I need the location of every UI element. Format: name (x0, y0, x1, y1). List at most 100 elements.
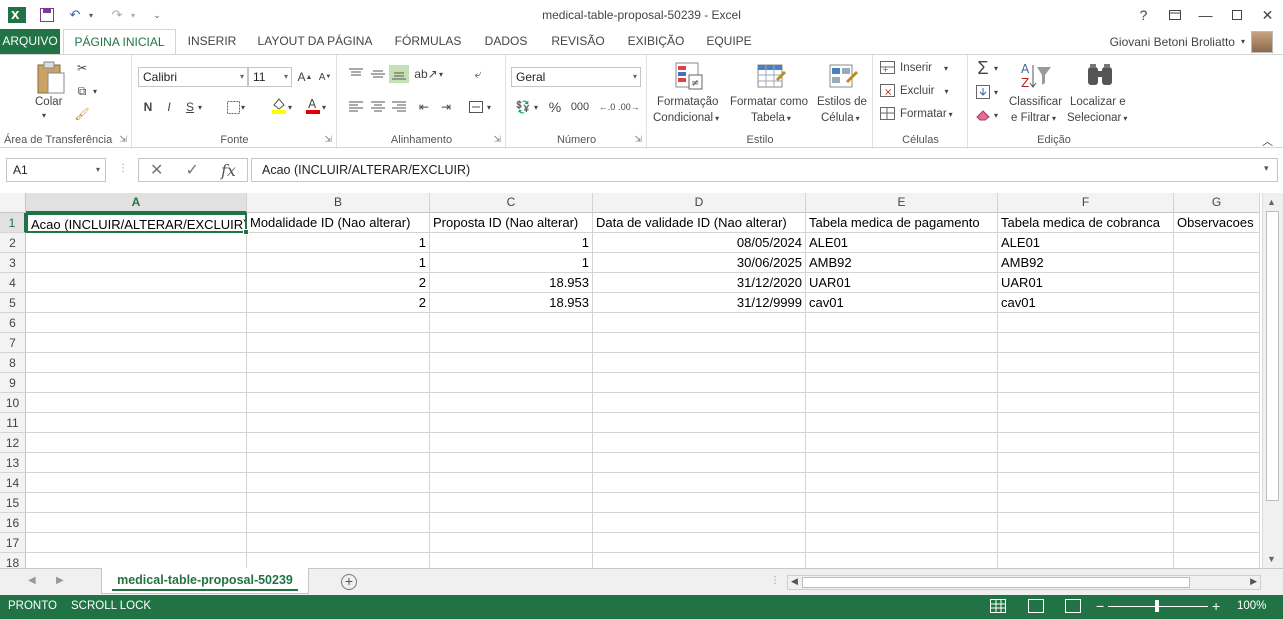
sort-filter-label-1[interactable]: Classificar (1009, 96, 1062, 108)
format-painter-icon[interactable]: 🖌 (72, 105, 92, 123)
column-header-c[interactable]: C (430, 193, 593, 213)
clear-icon[interactable] (973, 106, 993, 124)
table-cell[interactable] (998, 333, 1174, 353)
table-cell[interactable] (247, 433, 430, 453)
format-as-table-icon[interactable] (756, 61, 788, 93)
cell-styles-label-1[interactable]: Estilos de (817, 96, 867, 108)
zoom-in-button[interactable]: + (1212, 598, 1220, 614)
underline-dropdown-icon[interactable]: ▾ (195, 98, 205, 116)
wrap-text-icon[interactable]: ⤶ (468, 65, 488, 83)
table-cell[interactable] (1174, 513, 1260, 533)
table-cell[interactable] (593, 533, 806, 553)
table-cell[interactable] (593, 353, 806, 373)
tab-pagina-inicial[interactable]: PÁGINA INICIAL (63, 29, 176, 55)
table-cell[interactable] (247, 513, 430, 533)
find-select-label-1[interactable]: Localizar e (1070, 96, 1126, 108)
header-cell[interactable]: Observacoes (1174, 213, 1260, 233)
table-cell[interactable] (430, 433, 593, 453)
autosum-icon[interactable]: Σ (973, 58, 993, 78)
table-cell[interactable] (26, 373, 247, 393)
table-cell[interactable] (247, 553, 430, 568)
table-cell[interactable] (1174, 273, 1260, 293)
sort-filter-button[interactable]: e Filtrar ▾ (1011, 112, 1056, 124)
tab-equipe[interactable]: EQUIPE (701, 29, 757, 54)
minimize-icon[interactable]: — (1190, 0, 1221, 30)
column-header-g[interactable]: G (1174, 193, 1260, 213)
table-cell[interactable] (593, 433, 806, 453)
table-cell[interactable] (26, 413, 247, 433)
copy-icon[interactable]: ⧉ (72, 82, 92, 100)
table-cell[interactable] (806, 373, 998, 393)
table-cell[interactable] (998, 513, 1174, 533)
table-cell[interactable] (26, 553, 247, 568)
table-cell[interactable]: cav01 (806, 293, 998, 313)
table-cell[interactable] (806, 413, 998, 433)
vertical-scrollbar[interactable]: ▲ ▼ (1262, 193, 1283, 568)
table-cell[interactable]: 2 (247, 293, 430, 313)
table-cell[interactable] (998, 533, 1174, 553)
row-header-7[interactable]: 7 (0, 333, 26, 353)
table-cell[interactable]: 1 (430, 233, 593, 253)
table-cell[interactable] (1174, 233, 1260, 253)
table-cell[interactable] (593, 453, 806, 473)
maximize-icon[interactable] (1221, 0, 1252, 30)
table-cell[interactable] (26, 433, 247, 453)
zoom-level[interactable]: 100% (1237, 600, 1266, 612)
table-cell[interactable] (806, 493, 998, 513)
cancel-entry-icon[interactable]: ✕ (150, 160, 163, 180)
row-header-18[interactable]: 18 (0, 553, 26, 568)
table-cell[interactable] (430, 393, 593, 413)
increase-indent-icon[interactable]: ⇥ (436, 98, 456, 116)
table-cell[interactable] (593, 393, 806, 413)
zoom-out-button[interactable]: − (1096, 598, 1104, 614)
table-cell[interactable] (26, 393, 247, 413)
tab-dados[interactable]: DADOS (478, 29, 534, 54)
table-cell[interactable] (806, 473, 998, 493)
find-select-icon[interactable] (1085, 61, 1117, 93)
table-cell[interactable]: 1 (247, 253, 430, 273)
paste-dropdown-icon[interactable]: ▾ (42, 111, 46, 120)
paste-icon[interactable] (34, 61, 66, 94)
zoom-slider-knob[interactable] (1155, 600, 1159, 612)
table-cell[interactable] (430, 413, 593, 433)
table-cell[interactable] (998, 373, 1174, 393)
currency-icon[interactable]: 💱 (513, 98, 533, 116)
orientation-dropdown-icon[interactable]: ▾ (436, 65, 446, 83)
font-color-dropdown-icon[interactable]: ▾ (319, 98, 329, 116)
table-cell[interactable] (26, 353, 247, 373)
table-cell[interactable] (430, 313, 593, 333)
align-bottom-icon[interactable] (389, 65, 409, 83)
merge-center-icon[interactable] (466, 98, 486, 116)
number-launcher-icon[interactable]: ⇲ (634, 134, 642, 145)
table-cell[interactable] (430, 473, 593, 493)
paste-button[interactable]: Colar (35, 96, 62, 108)
format-cells-button[interactable]: Formatar ▾ (880, 107, 953, 121)
page-layout-view-icon[interactable] (1028, 599, 1044, 613)
table-cell[interactable] (806, 533, 998, 553)
table-cell[interactable] (247, 393, 430, 413)
formula-input[interactable]: Acao (INCLUIR/ALTERAR/EXCLUIR) (251, 158, 1278, 182)
table-cell[interactable] (593, 373, 806, 393)
find-select-button[interactable]: Selecionar ▾ (1067, 112, 1127, 124)
tab-revisao[interactable]: REVISÃO (546, 29, 610, 54)
conditional-formatting-label-1[interactable]: Formatação (657, 96, 718, 108)
user-account[interactable]: Giovani Betoni Broliatto ▾ (1110, 29, 1273, 54)
borders-dropdown-icon[interactable]: ▾ (238, 98, 248, 116)
normal-view-icon[interactable] (990, 599, 1006, 613)
table-cell[interactable]: 30/06/2025 (593, 253, 806, 273)
table-cell[interactable] (998, 433, 1174, 453)
table-cell[interactable] (247, 313, 430, 333)
column-header-b[interactable]: B (247, 193, 430, 213)
name-box[interactable]: A1 ▾ (6, 158, 106, 182)
align-middle-icon[interactable] (368, 65, 388, 83)
column-header-f[interactable]: F (998, 193, 1174, 213)
table-cell[interactable]: 2 (247, 273, 430, 293)
table-cell[interactable] (1174, 533, 1260, 553)
table-cell[interactable] (593, 493, 806, 513)
font-name-box[interactable]: Calibri ▾ (138, 67, 248, 87)
conditional-formatting-icon[interactable]: ≠ (674, 61, 706, 93)
table-cell[interactable] (806, 393, 998, 413)
table-cell[interactable] (26, 493, 247, 513)
table-cell[interactable] (1174, 473, 1260, 493)
table-cell[interactable] (1174, 453, 1260, 473)
